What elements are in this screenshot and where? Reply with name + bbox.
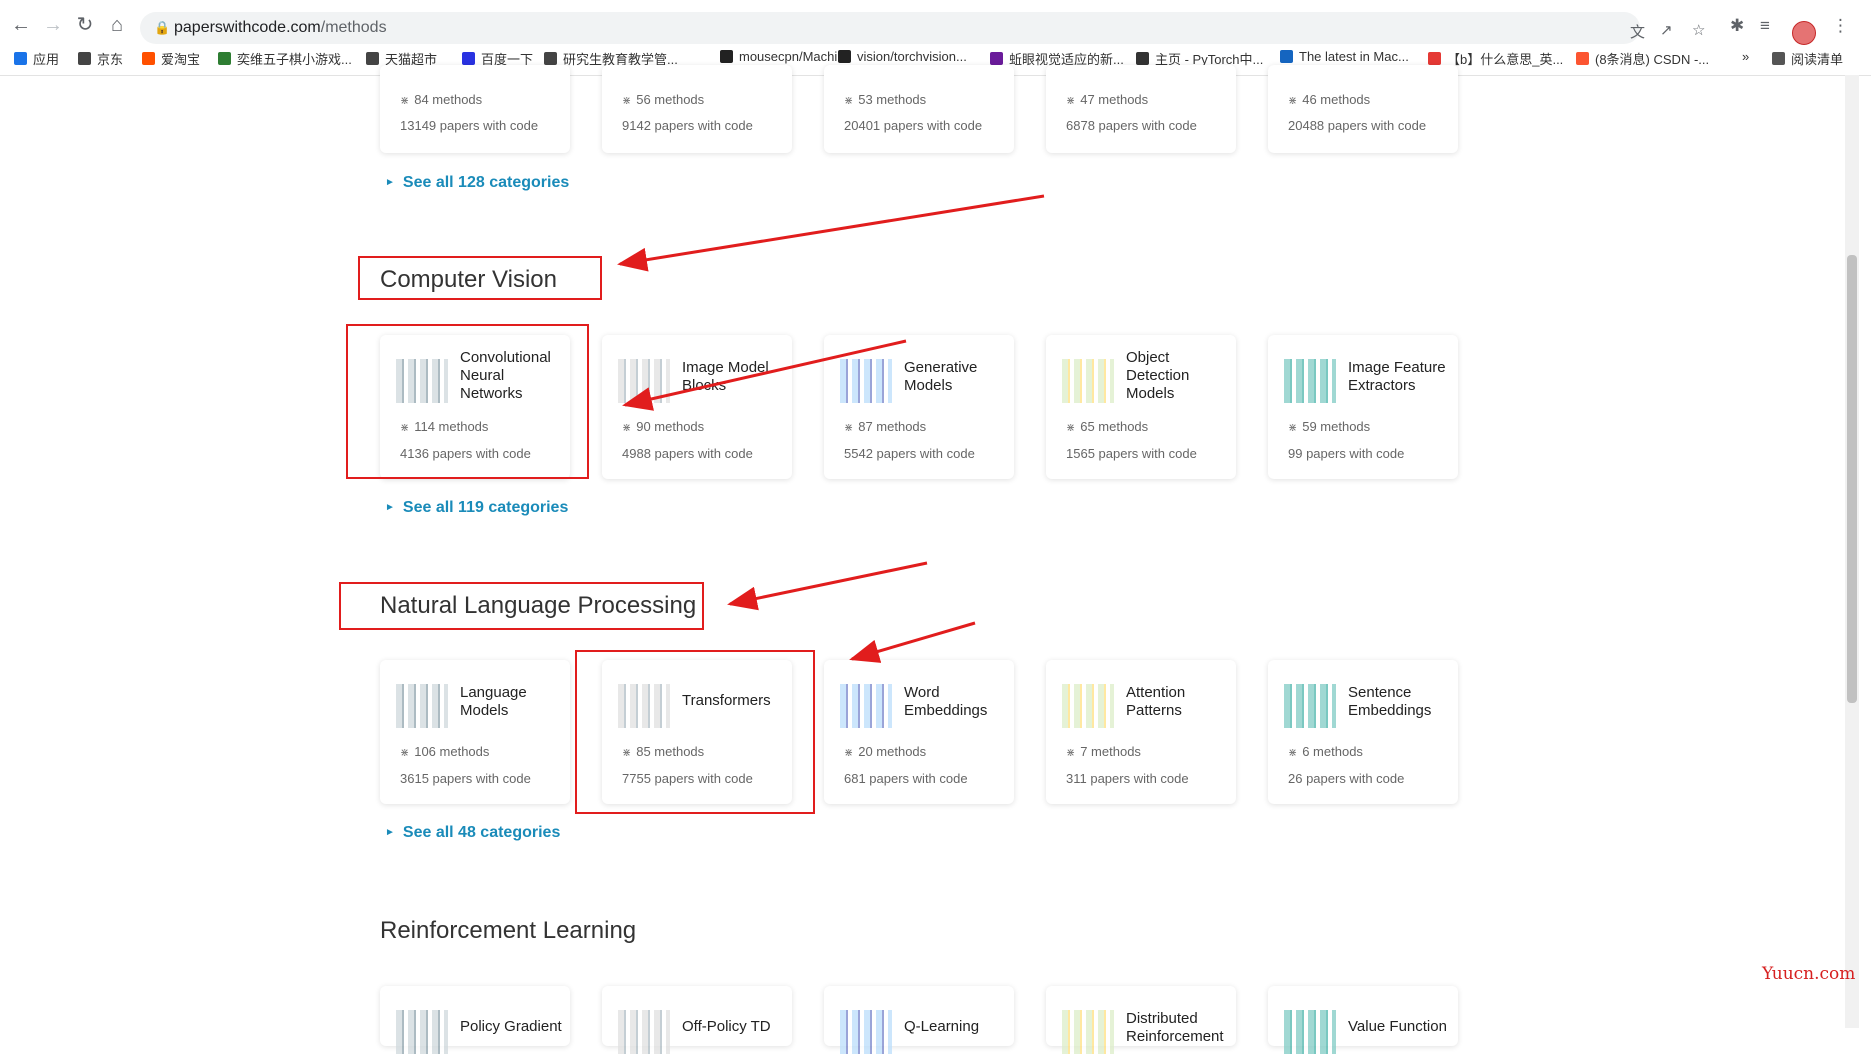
annotation-arrows [617, 194, 1045, 663]
arrow-to-cv-title [617, 194, 1045, 272]
arrow-to-nlp-title [727, 561, 928, 611]
arrow-to-image-model-blocks [622, 339, 907, 411]
watermark: Yuucn.com [1762, 964, 1856, 984]
arrow-to-transformers [849, 621, 976, 663]
